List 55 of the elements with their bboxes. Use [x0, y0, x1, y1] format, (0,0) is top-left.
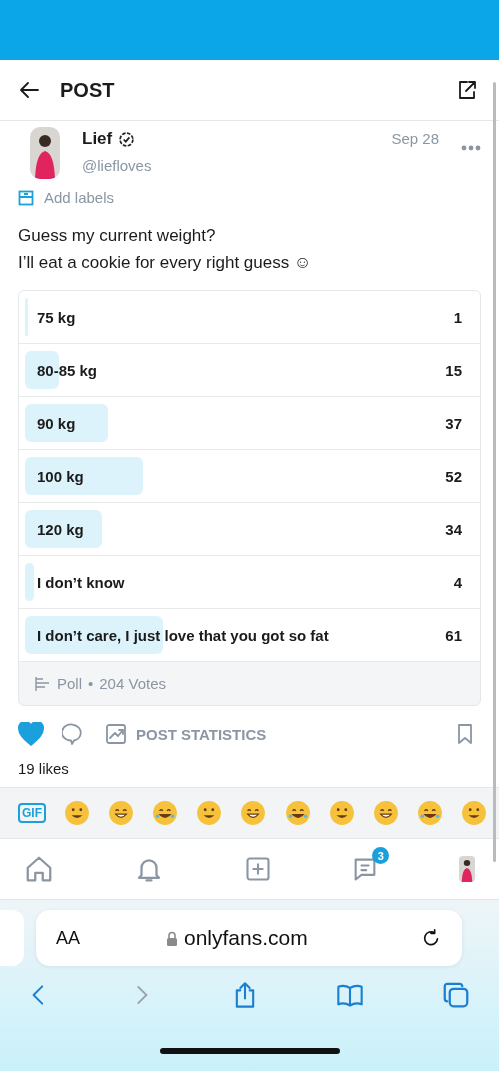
option-label: 90 kg: [37, 414, 77, 432]
heart-icon[interactable]: [18, 722, 44, 746]
label-icon[interactable]: [18, 189, 34, 206]
chart-icon[interactable]: [104, 722, 128, 746]
post-date: Sep 28: [391, 129, 439, 149]
poll-option[interactable]: 90 kg 37: [19, 397, 480, 450]
message-badge: 3: [372, 847, 390, 864]
poll-option[interactable]: 120 kg 34: [19, 503, 480, 556]
vote-count: 1: [453, 308, 462, 326]
add-icon[interactable]: [243, 855, 272, 883]
smiley-icon[interactable]: [196, 800, 223, 826]
more-icon[interactable]: [461, 145, 481, 151]
vote-count: 61: [445, 626, 462, 644]
smiley-icon[interactable]: [372, 800, 399, 826]
vote-count: 37: [445, 414, 462, 432]
url-text: onlyfans.com: [184, 926, 308, 950]
vote-count: 52: [445, 467, 462, 485]
smiley-icon[interactable]: [240, 800, 267, 826]
option-label: 80-85 kg: [37, 361, 99, 379]
smiley-icon[interactable]: [328, 800, 355, 826]
option-label: 100 kg: [37, 467, 85, 485]
smiley-icon[interactable]: [284, 800, 311, 826]
votes-total: 204 Votes: [99, 675, 166, 692]
avatar: [459, 856, 475, 882]
smiley-icon[interactable]: [108, 800, 135, 826]
poll-option[interactable]: I don’t know 4: [19, 556, 480, 609]
smiley-icon[interactable]: [64, 800, 91, 826]
home-icon[interactable]: [24, 854, 54, 884]
lock-icon: [166, 930, 178, 946]
likes-count: 19 likes: [17, 759, 70, 779]
option-label: 75 kg: [37, 308, 77, 326]
poll-label: Poll: [57, 675, 82, 692]
text-size-button[interactable]: AA: [56, 927, 166, 949]
vote-count: 34: [445, 520, 462, 538]
post-text: Guess my current weight?: [18, 225, 217, 247]
smiley-icon[interactable]: [416, 800, 443, 826]
option-label: 120 kg: [37, 520, 85, 538]
avatar: [30, 127, 60, 179]
vote-count: 15: [445, 361, 462, 379]
option-label: I don’t care, I just love that you got so fat: [37, 626, 330, 644]
author-name[interactable]: Lief: [82, 129, 113, 149]
separator-dot: •: [88, 675, 94, 692]
smiley-icon[interactable]: [460, 800, 487, 826]
poll-option[interactable]: 80-85 kg 15: [19, 344, 480, 397]
option-label: I don’t know: [37, 573, 126, 591]
address-bar[interactable]: AA onlyfans.com: [36, 910, 462, 966]
poll-option[interactable]: 75 kg 1: [19, 291, 480, 344]
vote-count: 4: [453, 573, 462, 591]
poll-icon: [35, 676, 51, 691]
smiley-icon[interactable]: [152, 800, 179, 826]
poll-option[interactable]: 100 kg 52: [19, 450, 480, 503]
poll-option[interactable]: I don’t care, I just love that you got so fat 61: [19, 609, 480, 662]
tabs-icon[interactable]: [441, 980, 471, 1010]
page-title: POST: [60, 78, 116, 102]
post-text: I’ll eat a cookie for every right guess ☺: [18, 252, 313, 274]
